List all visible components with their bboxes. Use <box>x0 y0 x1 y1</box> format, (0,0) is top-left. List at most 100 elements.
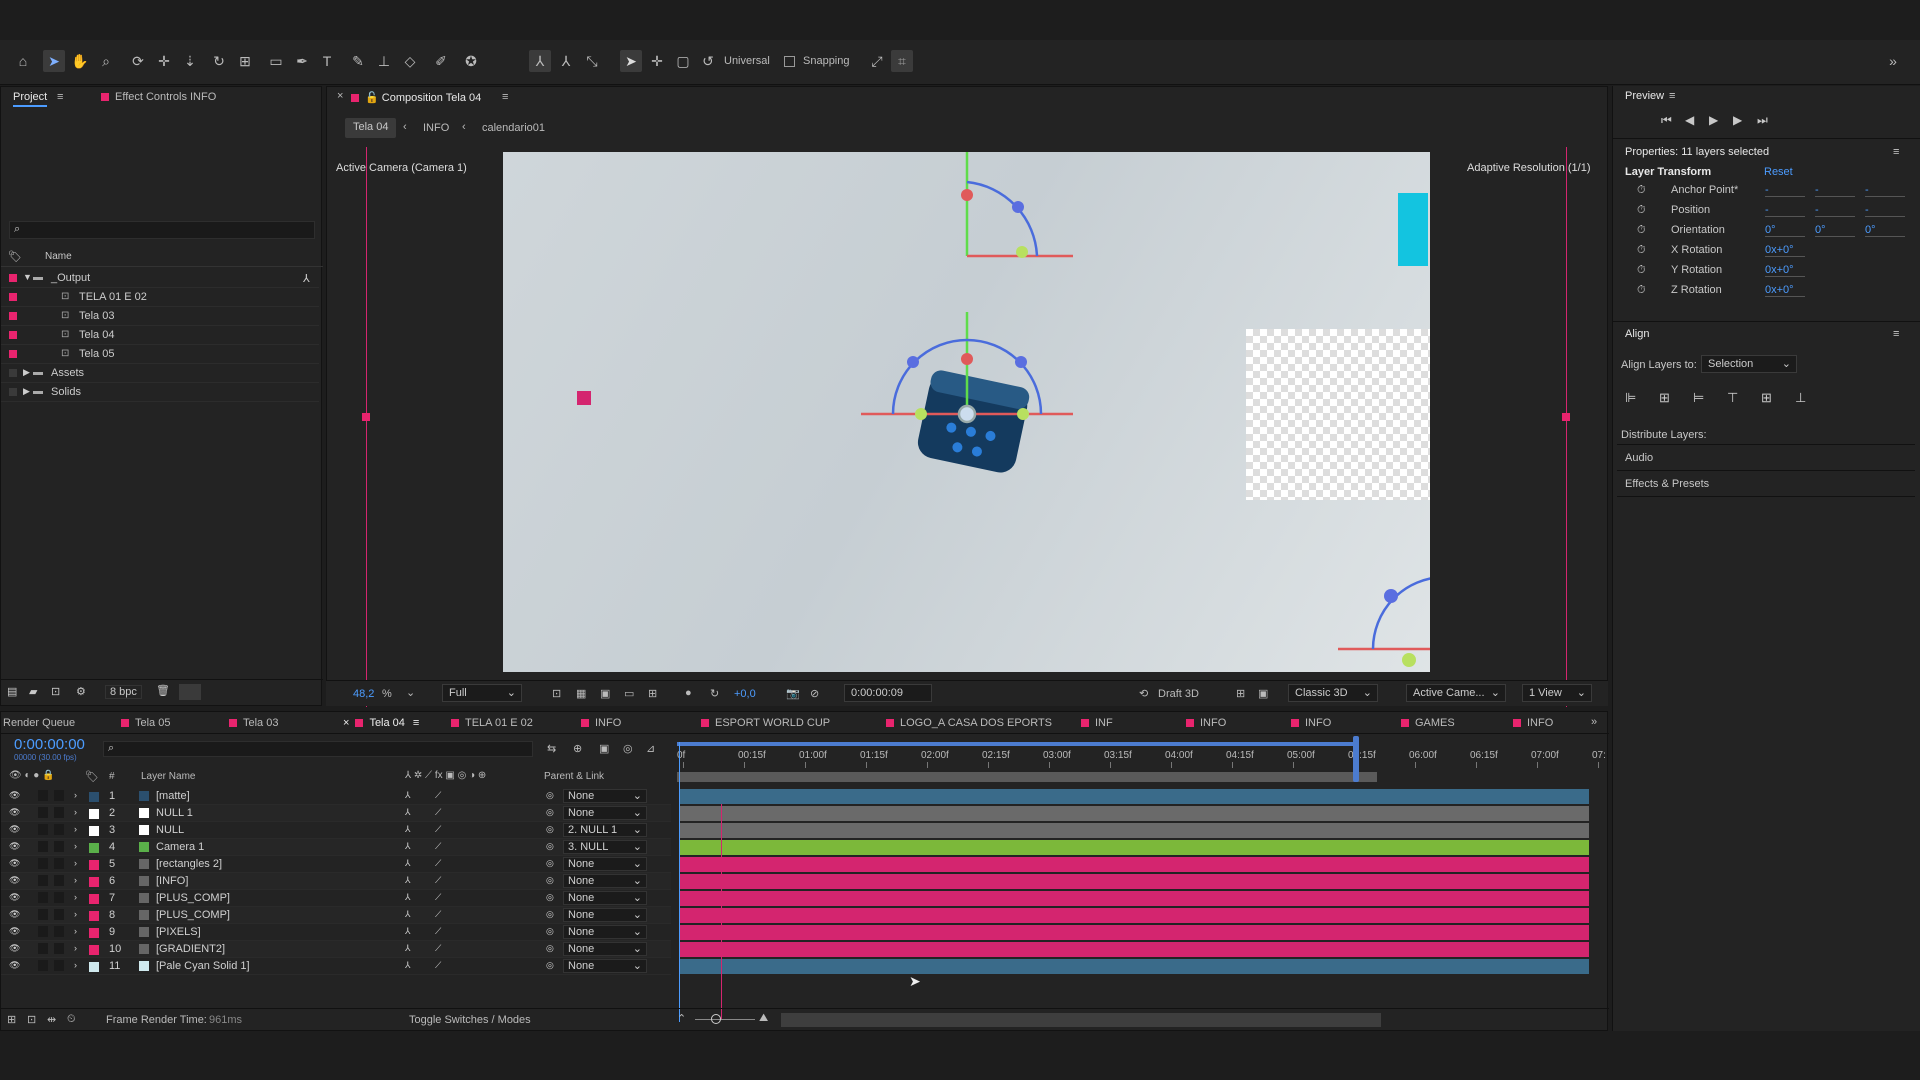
stopwatch-icon[interactable]: ⏱ <box>1637 204 1646 217</box>
mask-visibility-icon[interactable]: ▣ <box>600 687 610 700</box>
stopwatch-icon[interactable]: ⏱ <box>1637 284 1646 297</box>
brush-tool-icon[interactable]: ✎ <box>347 50 369 72</box>
snapping-checkbox[interactable] <box>784 56 795 67</box>
chevron-right-icon[interactable]: › <box>74 943 77 953</box>
layer-label-color[interactable] <box>89 843 99 853</box>
panel-menu-icon[interactable]: ≡ <box>1669 90 1675 102</box>
parent-dropdown[interactable]: 2. NULL 1 ⌄ <box>563 823 647 837</box>
layer-label-color[interactable] <box>89 877 99 887</box>
eye-icon[interactable]: 👁 <box>9 790 20 801</box>
pickwhip-icon[interactable]: ◎ <box>546 943 554 954</box>
align-to-dropdown[interactable]: Selection ⌄ <box>1701 355 1797 373</box>
3d-view-dropdown[interactable]: Active Came... ⌄ <box>1406 684 1506 702</box>
chevron-right-icon[interactable]: › <box>74 841 77 851</box>
reset-button[interactable]: Reset <box>1764 166 1793 178</box>
panel-menu-icon[interactable]: ≡ <box>57 91 63 103</box>
quality-switch-icon[interactable]: ⟋ <box>435 858 441 869</box>
parent-dropdown[interactable]: None ⌄ <box>563 857 647 871</box>
tab-composition[interactable]: 🔓 Composition Tela 04 <box>351 91 481 104</box>
eye-icon[interactable]: 👁 <box>9 875 20 886</box>
graph-editor-icon[interactable]: ⊿ <box>646 742 655 755</box>
timeline-tab[interactable]: INFO <box>1186 717 1226 729</box>
audio-panel-title[interactable]: Audio <box>1625 452 1653 464</box>
view-axis-mode-icon[interactable]: ⤡ <box>581 50 603 72</box>
layer-label-color[interactable] <box>89 826 99 836</box>
layer-duration-bar[interactable] <box>679 806 1589 821</box>
parent-dropdown[interactable]: None ⌄ <box>563 925 647 939</box>
shy-switch-icon[interactable]: ⅄ <box>405 943 411 954</box>
project-settings-icon[interactable]: ⚙ <box>76 685 86 698</box>
rotate-tool-icon[interactable]: ↻ <box>208 50 230 72</box>
pan-behind-tool-icon[interactable]: ⊞ <box>234 50 256 72</box>
work-area-end-handle[interactable] <box>1353 736 1359 782</box>
layer-row[interactable]: 👁 › 9 [PIXELS] ⅄ ⟋ ◎ None ⌄ <box>1 924 671 941</box>
layer-name[interactable]: [GRADIENT2] <box>156 943 225 955</box>
solo-toggle[interactable] <box>38 824 48 835</box>
clone-stamp-tool-icon[interactable]: ⊥ <box>373 50 395 72</box>
stopwatch-icon[interactable]: ⏱ <box>1637 184 1646 197</box>
solo-toggle[interactable] <box>38 790 48 801</box>
world-axis-mode-icon[interactable]: ⅄ <box>555 50 577 72</box>
pickwhip-icon[interactable]: ◎ <box>546 824 554 835</box>
chevron-right-icon[interactable]: › <box>74 926 77 936</box>
layer-row[interactable]: 👁 › 4 Camera 1 ⅄ ⟋ ◎ 3. NULL ⌄ <box>1 839 671 856</box>
layer-row[interactable]: 👁 › 10 [GRADIENT2] ⅄ ⟋ ◎ None ⌄ <box>1 941 671 958</box>
shy-switch-icon[interactable]: ⅄ <box>405 960 411 971</box>
chevron-down-icon[interactable]: ⌄ <box>406 686 415 699</box>
scale-gizmo-icon[interactable]: ▢ <box>672 50 694 72</box>
timeline-current-time[interactable]: 0:00:00:00 <box>14 736 85 753</box>
lock-toggle[interactable] <box>54 960 64 971</box>
property-value[interactable]: - <box>1815 204 1855 217</box>
panel-menu-icon[interactable]: ≡ <box>1893 146 1899 158</box>
layer-label-color[interactable] <box>89 894 99 904</box>
chevron-right-icon[interactable]: › <box>74 790 77 800</box>
breadcrumb-info[interactable]: INFO <box>423 122 449 134</box>
solo-toggle[interactable] <box>38 841 48 852</box>
show-snapshot-icon[interactable]: ⊘ <box>810 687 819 700</box>
pickwhip-icon[interactable]: ◎ <box>546 858 554 869</box>
layer-duration-bar[interactable] <box>679 823 1589 838</box>
parent-dropdown[interactable]: None ⌄ <box>563 942 647 956</box>
move-gizmo-icon[interactable]: ✛ <box>646 50 668 72</box>
label-color-swatch[interactable] <box>9 350 17 358</box>
viewer-menu-icon[interactable]: ≡ <box>502 91 508 103</box>
breadcrumb-calendario[interactable]: calendario01 <box>482 122 545 134</box>
layer-duration-bar[interactable] <box>679 942 1589 957</box>
quality-switch-icon[interactable]: ⟋ <box>435 790 441 801</box>
timeline-tab[interactable]: Tela 03 <box>229 717 278 729</box>
timeline-tab[interactable]: TELA 01 E 02 <box>451 717 533 729</box>
quality-switch-icon[interactable]: ⟋ <box>435 892 441 903</box>
lock-toggle[interactable] <box>54 824 64 835</box>
current-time-field[interactable]: 0:00:00:09 <box>844 684 932 702</box>
layer-name-header[interactable]: Layer Name <box>141 771 195 782</box>
layer-duration-bar[interactable] <box>679 891 1589 906</box>
layer-row[interactable]: 👁 › 11 [Pale Cyan Solid 1] ⅄ ⟋ ◎ None ⌄ <box>1 958 671 975</box>
shy-switch-icon[interactable]: ⅄ <box>405 790 411 801</box>
property-value[interactable]: 0x+0° <box>1765 264 1805 277</box>
transform-gizmo-center[interactable] <box>861 312 1073 424</box>
hand-tool-icon[interactable]: ✋ <box>69 50 91 72</box>
timeline-tab[interactable]: INF <box>1081 717 1113 729</box>
timeline-tab[interactable]: LOGO_A CASA DOS EPORTS <box>886 717 1052 729</box>
layer-name[interactable]: [matte] <box>156 790 190 802</box>
universal-label[interactable]: Universal <box>724 55 770 67</box>
solo-toggle[interactable] <box>38 960 48 971</box>
solo-toggle[interactable] <box>38 892 48 903</box>
stopwatch-icon[interactable]: ⏱ <box>1637 244 1646 257</box>
parent-link-header[interactable]: Parent & Link <box>544 771 604 782</box>
project-item[interactable]: ⊡ TELA 01 E 02 <box>1 288 319 307</box>
shy-switch-icon[interactable]: ⅄ <box>405 926 411 937</box>
layer-name[interactable]: [rectangles 2] <box>156 858 222 870</box>
quality-switch-icon[interactable]: ⟋ <box>435 875 441 886</box>
fast-previews-icon[interactable]: ⊡ <box>552 687 561 700</box>
trash-icon[interactable]: 🗑 <box>156 684 170 697</box>
last-frame-icon[interactable]: ⏭ <box>1757 113 1768 128</box>
shy-switch-icon[interactable]: ⅄ <box>405 909 411 920</box>
eye-icon[interactable]: 👁 <box>9 807 20 818</box>
lock-toggle[interactable] <box>54 875 64 886</box>
transparency-grid-icon[interactable]: ▦ <box>576 687 586 700</box>
zoom-slider-thumb[interactable] <box>711 1014 721 1024</box>
draft-3d-toggle[interactable]: Draft 3D <box>1158 688 1199 700</box>
first-frame-icon[interactable]: ⏮ <box>1661 113 1672 128</box>
pickwhip-icon[interactable]: ◎ <box>546 926 554 937</box>
